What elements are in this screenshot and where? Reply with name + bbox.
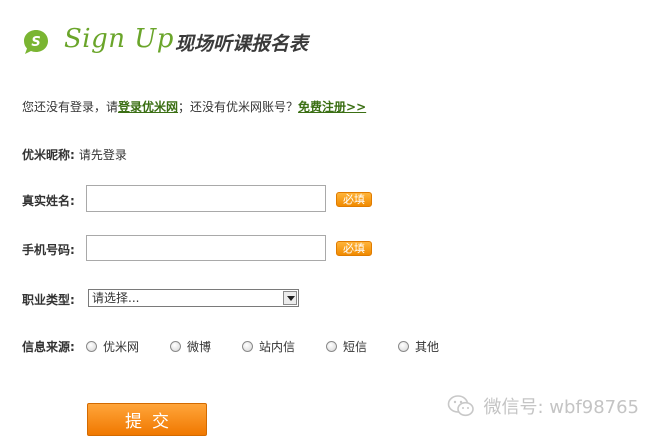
- phone-input[interactable]: [86, 235, 326, 261]
- source-option-weibo[interactable]: 微博: [170, 338, 211, 355]
- occupation-row: 职业类型:: [22, 291, 75, 308]
- watermark-text: 微信号: wbf98765: [483, 397, 639, 418]
- source-option-inbox[interactable]: 站内信: [242, 338, 295, 355]
- login-prompt: 您还没有登录，请登录优米网；还没有优米网账号？免费注册>>: [22, 98, 366, 115]
- radio-icon[interactable]: [86, 341, 97, 352]
- submit-button[interactable]: 提交: [87, 403, 207, 436]
- source-option-label: 微博: [187, 340, 212, 354]
- wechat-icon: [448, 395, 475, 417]
- source-option-label: 站内信: [259, 340, 296, 354]
- login-prompt-prefix: 您还没有登录，请: [22, 100, 119, 114]
- phone-row: 手机号码:: [22, 241, 75, 258]
- source-option-sms[interactable]: 短信: [326, 338, 367, 355]
- page-title: 现场听课报名表: [175, 33, 309, 55]
- speech-bubble-logo-icon: S: [24, 30, 48, 54]
- phone-label: 手机号码:: [22, 243, 75, 257]
- wechat-watermark: 微信号: wbf98765: [447, 393, 639, 419]
- radio-icon[interactable]: [326, 341, 337, 352]
- occupation-selected-value: 请选择...: [92, 291, 140, 305]
- login-link[interactable]: 登录优米网: [118, 100, 178, 114]
- real-name-required-badge: 必填: [336, 192, 372, 207]
- source-label: 信息来源:: [22, 340, 75, 354]
- radio-icon[interactable]: [242, 341, 253, 352]
- phone-required-badge: 必填: [336, 241, 372, 256]
- register-link[interactable]: 免费注册>>: [298, 100, 366, 114]
- real-name-row: 真实姓名:: [22, 192, 75, 209]
- login-prompt-middle: ；还没有优米网账号？: [178, 100, 299, 114]
- radio-icon[interactable]: [398, 341, 409, 352]
- dropdown-arrow-icon[interactable]: [283, 291, 297, 305]
- source-option-other[interactable]: 其他: [398, 338, 439, 355]
- source-row: 信息来源:: [22, 338, 75, 355]
- source-option-youmi[interactable]: 优米网: [86, 338, 139, 355]
- nickname-value: 请先登录: [78, 148, 127, 162]
- logo-letter: S: [31, 35, 40, 50]
- nickname-label: 优米昵称:: [22, 148, 75, 162]
- source-option-label: 其他: [415, 340, 440, 354]
- brand-sign-up: Sign Up: [64, 24, 174, 54]
- occupation-label: 职业类型:: [22, 293, 75, 307]
- real-name-label: 真实姓名:: [22, 194, 75, 208]
- radio-icon[interactable]: [170, 341, 181, 352]
- occupation-select[interactable]: 请选择...: [88, 289, 299, 307]
- source-option-label: 优米网: [103, 340, 140, 354]
- nickname-row: 优米昵称: 请先登录: [22, 146, 127, 163]
- source-option-label: 短信: [343, 340, 368, 354]
- real-name-input[interactable]: [86, 185, 326, 212]
